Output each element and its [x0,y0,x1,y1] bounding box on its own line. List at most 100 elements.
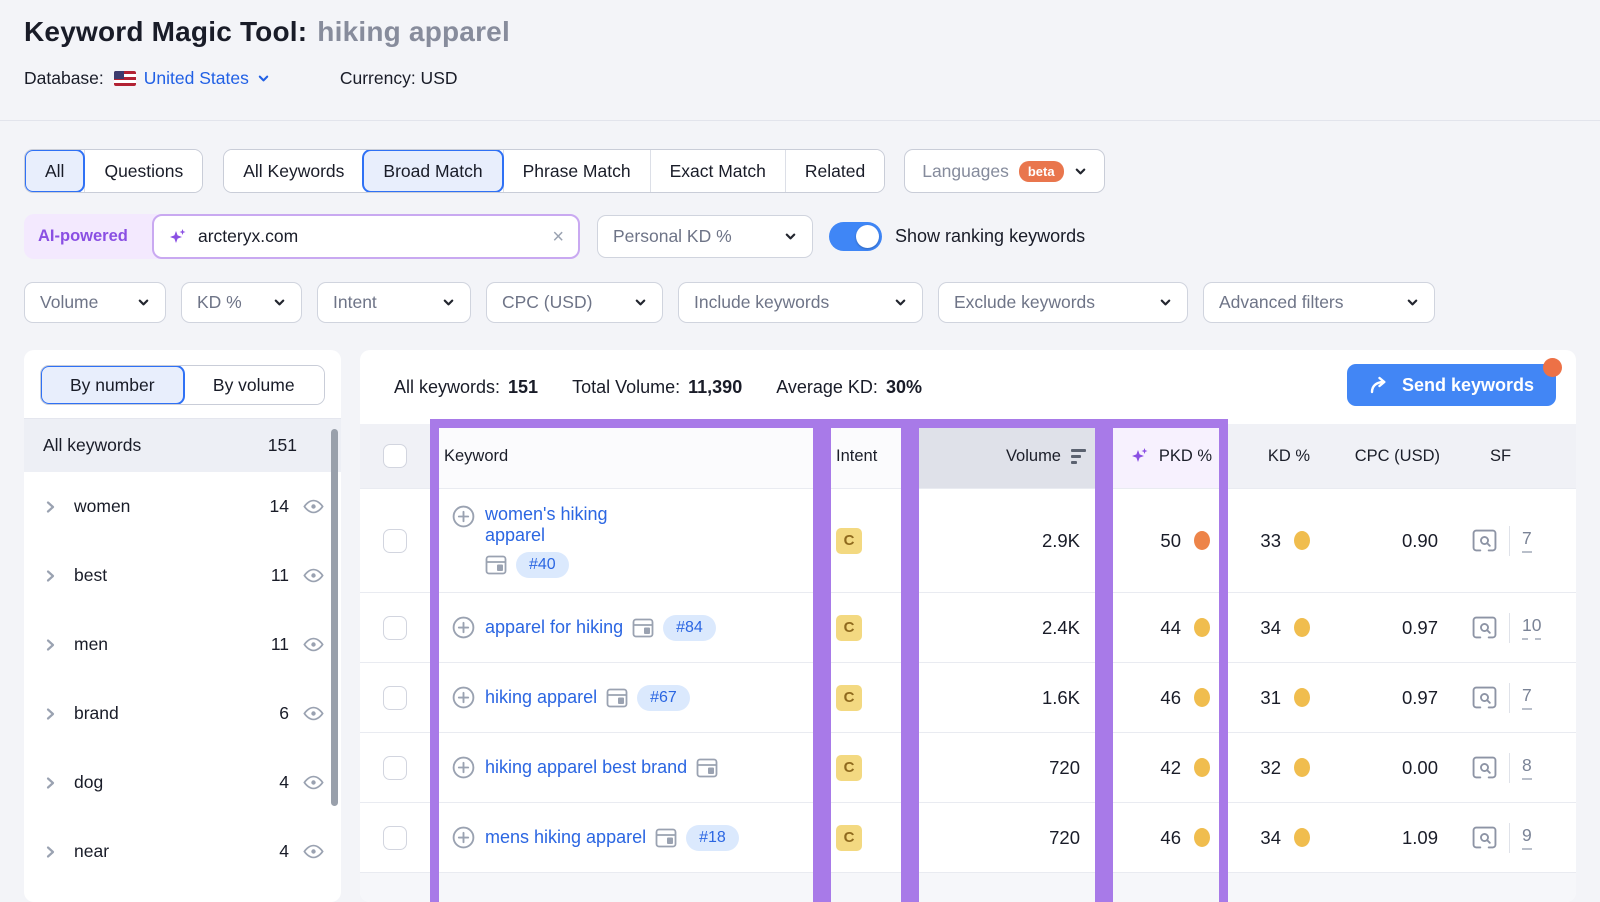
row-checkbox[interactable] [383,616,407,640]
group-item-brand[interactable]: brand 6 [24,679,341,748]
search-input[interactable]: arcteryx.com × [152,214,580,259]
summary-total-volume-value: 11,390 [688,377,742,398]
serp-preview-icon[interactable] [1472,686,1497,709]
pkd-dot [1194,758,1210,777]
chevron-right-icon[interactable] [43,845,57,859]
serp-preview-icon[interactable] [1472,756,1497,779]
column-kd[interactable]: KD % [1228,424,1328,488]
ranking-badge[interactable]: #67 [637,685,690,711]
tab-phrase-match[interactable]: Phrase Match [503,150,650,192]
sf-count[interactable]: 8 [1522,755,1532,780]
column-sf[interactable]: SF [1456,424,1576,488]
group-item-men[interactable]: men 11 [24,610,341,679]
all-keywords-count: 151 [268,435,297,456]
tab-all-keywords[interactable]: All Keywords [224,150,363,192]
intent-badge[interactable]: C [836,755,862,781]
tab-by-volume[interactable]: By volume [184,366,325,404]
chevron-right-icon[interactable] [43,707,57,721]
intent-badge[interactable]: C [836,825,862,851]
column-volume[interactable]: Volume [910,424,1104,488]
filter-cpc[interactable]: CPC (USD) [486,282,663,323]
filter-exclude-keywords[interactable]: Exclude keywords [938,282,1188,323]
sf-count[interactable]: 7 [1522,685,1532,710]
eye-icon[interactable] [302,771,325,794]
sf-count[interactable]: 10 [1522,615,1541,640]
row-checkbox[interactable] [383,686,407,710]
filter-advanced[interactable]: Advanced filters [1203,282,1435,323]
chevron-right-icon[interactable] [43,500,57,514]
serp-icon[interactable] [632,618,654,638]
page-title: Keyword Magic Tool:hiking apparel [24,16,510,48]
languages-dropdown[interactable]: Languages beta [904,149,1104,193]
group-item-near[interactable]: near 4 [24,817,341,886]
personal-kd-dropdown[interactable]: Personal KD % [597,215,813,258]
ranking-badge[interactable]: #40 [516,552,569,578]
keyword-link[interactable]: mens hiking apparel [485,827,646,848]
column-cpc[interactable]: CPC (USD) [1328,424,1456,488]
add-keyword-icon[interactable] [451,615,476,640]
eye-icon[interactable] [302,564,325,587]
filter-intent[interactable]: Intent [317,282,471,323]
row-checkbox[interactable] [383,756,407,780]
summary-all-keywords-label: All keywords: [394,377,500,398]
sidebar-scrollbar[interactable] [331,429,338,806]
intent-badge[interactable]: C [836,615,862,641]
chevron-right-icon[interactable] [43,569,57,583]
serp-icon[interactable] [655,828,677,848]
send-keywords-button[interactable]: Send keywords [1347,364,1556,406]
serp-preview-icon[interactable] [1472,529,1497,552]
add-keyword-icon[interactable] [451,755,476,780]
keyword-link[interactable]: hiking apparel [485,687,597,708]
keyword-link[interactable]: women's hiking apparel [485,504,663,546]
ranking-badge[interactable]: #18 [686,825,739,851]
eye-icon[interactable] [302,840,325,863]
all-questions-group: All Questions [24,149,203,193]
keyword-link[interactable]: hiking apparel best brand [485,757,687,778]
column-pkd[interactable]: PKD % [1104,424,1228,488]
row-checkbox[interactable] [383,826,407,850]
chevron-right-icon[interactable] [43,776,57,790]
tab-by-number[interactable]: By number [40,365,185,405]
row-checkbox[interactable] [383,529,407,553]
serp-preview-icon[interactable] [1472,826,1497,849]
tab-related[interactable]: Related [785,150,884,192]
filter-volume[interactable]: Volume [24,282,166,323]
sf-count[interactable]: 7 [1522,528,1532,553]
tab-exact-match[interactable]: Exact Match [650,150,785,192]
serp-icon[interactable] [485,555,507,575]
sf-count[interactable]: 9 [1522,825,1532,850]
keyword-link[interactable]: apparel for hiking [485,617,623,638]
intent-badge[interactable]: C [836,528,862,554]
tab-all[interactable]: All [24,149,85,193]
all-keywords-row[interactable]: All keywords 151 [24,419,341,472]
tab-broad-match[interactable]: Broad Match [362,149,503,193]
serp-preview-icon[interactable] [1472,616,1497,639]
group-item-women[interactable]: women 14 [24,472,341,541]
column-intent[interactable]: Intent [822,424,910,488]
select-all-checkbox[interactable] [383,444,407,468]
add-keyword-icon[interactable] [451,685,476,710]
filters-row: Volume KD % Intent CPC (USD) Include key… [24,282,1435,323]
filter-include-keywords[interactable]: Include keywords [678,282,923,323]
chevron-right-icon[interactable] [43,638,57,652]
tab-questions[interactable]: Questions [84,150,202,192]
intent-badge[interactable]: C [836,685,862,711]
group-item-best[interactable]: best 11 [24,541,341,610]
ranking-badge[interactable]: #84 [663,615,716,641]
add-keyword-icon[interactable] [451,825,476,850]
column-keyword[interactable]: Keyword [430,424,822,488]
group-item-dog[interactable]: dog 4 [24,748,341,817]
filter-kd[interactable]: KD % [181,282,302,323]
kd-dot [1294,531,1310,550]
eye-icon[interactable] [302,495,325,518]
eye-icon[interactable] [302,702,325,725]
database-select[interactable]: United States [144,68,270,89]
clear-search-icon[interactable]: × [552,227,564,247]
add-keyword-icon[interactable] [451,504,476,529]
show-ranking-label: Show ranking keywords [895,222,1085,251]
show-ranking-toggle[interactable] [829,222,882,251]
serp-icon[interactable] [696,758,718,778]
volume-value: 2.9K [910,530,1104,552]
eye-icon[interactable] [302,633,325,656]
serp-icon[interactable] [606,688,628,708]
